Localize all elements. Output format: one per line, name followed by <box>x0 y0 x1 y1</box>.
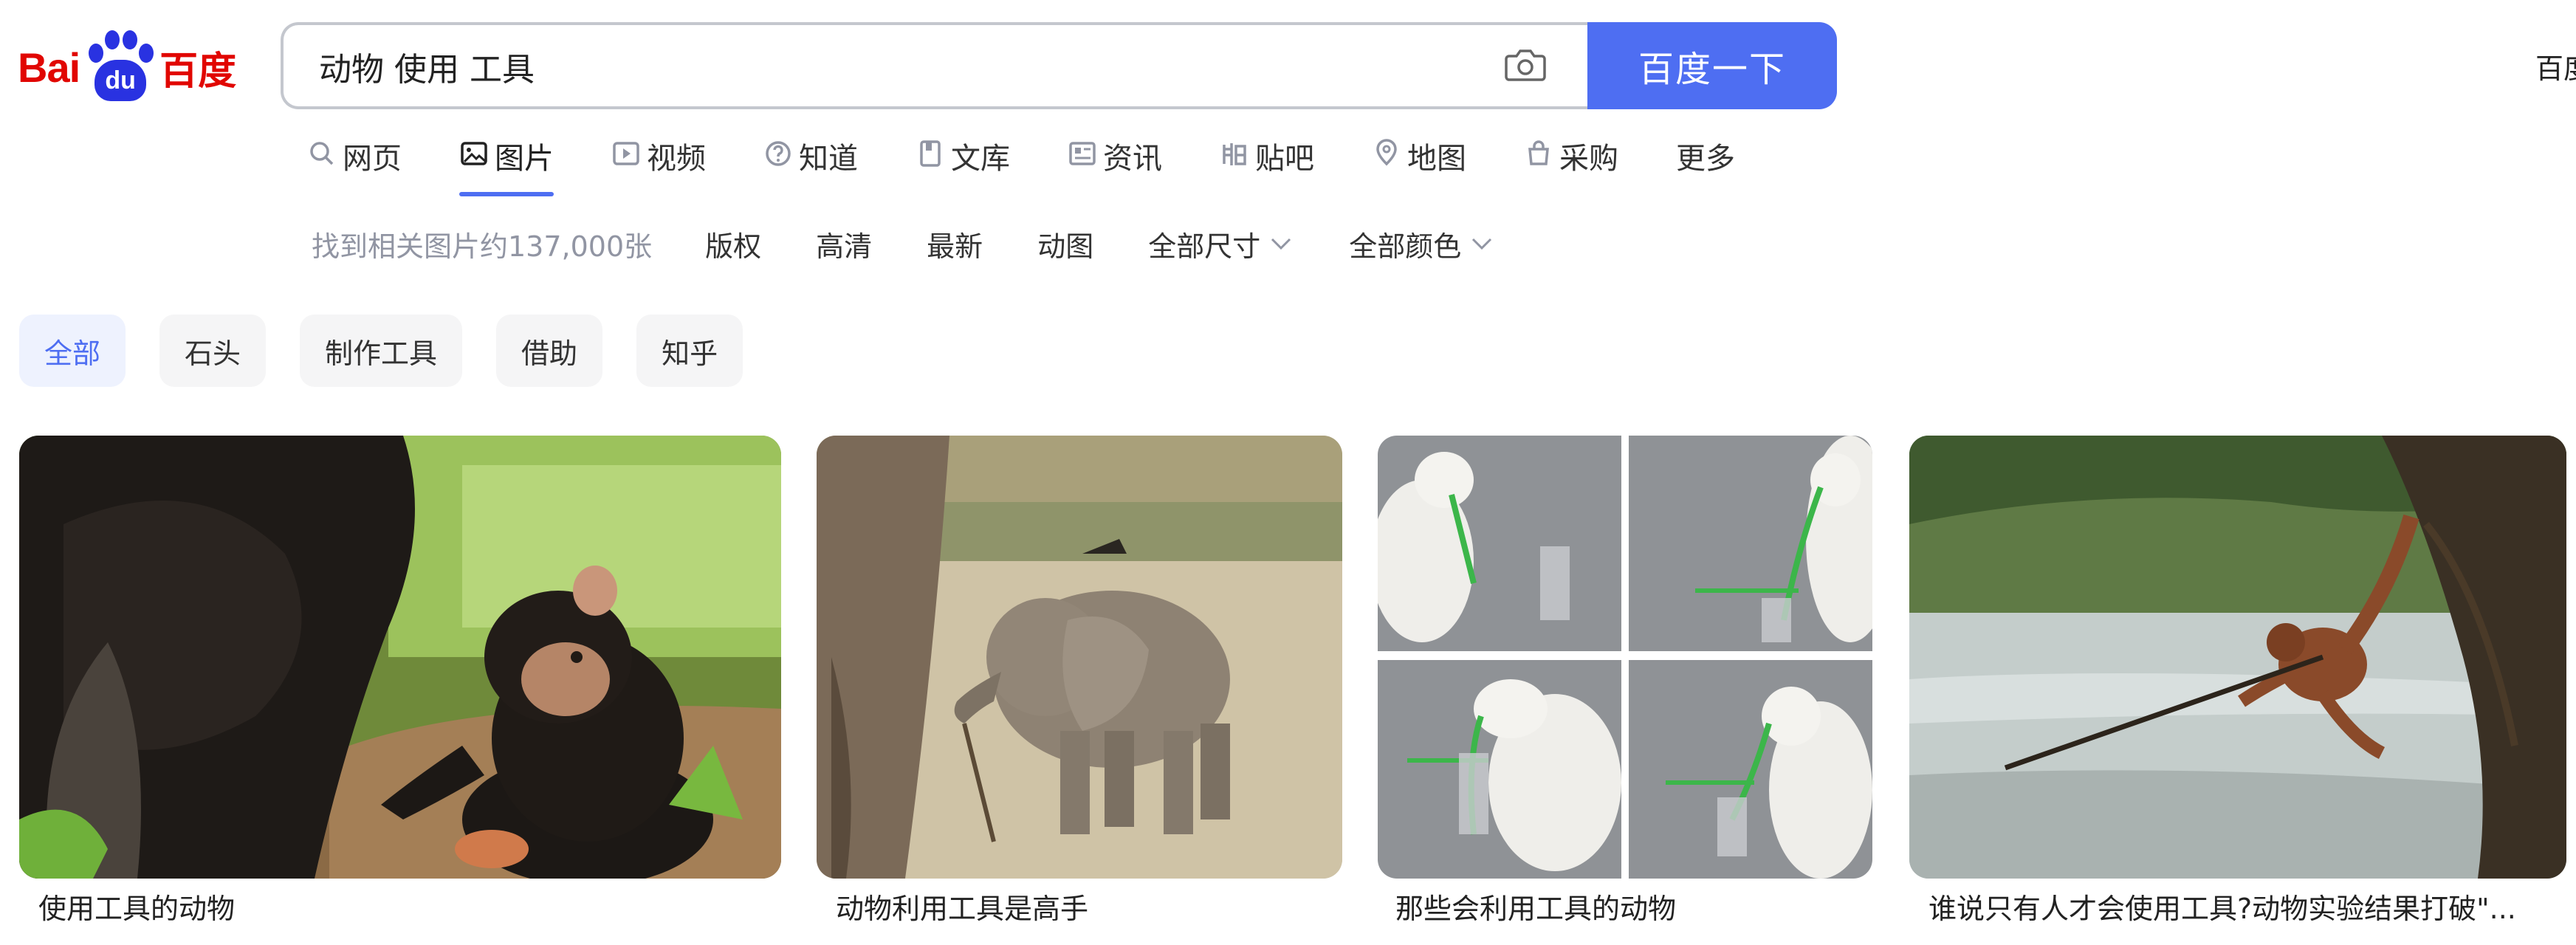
filter-color-dropdown[interactable]: 全部颜色 <box>1349 224 1495 264</box>
search-button[interactable]: 百度一下 <box>1587 22 1837 109</box>
tab-map[interactable]: 地图 <box>1372 134 1466 196</box>
camera-icon[interactable] <box>1505 47 1546 83</box>
document-icon <box>916 139 945 168</box>
image-result-chimpanzee[interactable] <box>19 436 781 879</box>
baidu-logo[interactable]: Bai du 百度 <box>18 27 254 108</box>
tab-label: 贴吧 <box>1255 142 1314 176</box>
tab-images[interactable]: 图片 <box>459 134 554 196</box>
image-caption[interactable]: 使用工具的动物 <box>38 886 762 927</box>
image-icon <box>459 139 489 168</box>
chip-all[interactable]: 全部 <box>19 315 126 387</box>
filter-size-dropdown[interactable]: 全部尺寸 <box>1148 224 1294 264</box>
result-count: 找到相关图片约137,000张 <box>312 230 653 263</box>
logo-cn-text: 百度 <box>159 49 237 94</box>
search-input[interactable] <box>317 25 1428 108</box>
chip-borrow[interactable]: 借助 <box>496 315 603 387</box>
tab-bar: 网页 图片 视频 知道 文库 资讯 贴吧 地图 采购 更多 <box>307 134 1793 208</box>
chip-make-tools[interactable]: 制作工具 <box>300 315 463 387</box>
tab-label: 地图 <box>1407 142 1466 176</box>
tab-label: 资讯 <box>1103 142 1162 176</box>
tab-web[interactable]: 网页 <box>307 134 402 196</box>
tab-label: 视频 <box>647 142 706 176</box>
tab-tieba[interactable]: 贴吧 <box>1220 134 1314 196</box>
tab-label: 文库 <box>951 142 1010 176</box>
image-result-orangutan[interactable] <box>1909 436 2566 879</box>
orangutan-photo <box>1909 436 2566 879</box>
tab-label: 网页 <box>343 142 402 176</box>
filter-animated[interactable]: 动图 <box>1037 224 1093 264</box>
tab-video[interactable]: 视频 <box>611 134 706 196</box>
news-icon <box>1068 139 1097 168</box>
top-right-link[interactable]: 百度 <box>2535 46 2576 86</box>
logo-latin-text: Bai <box>18 44 80 91</box>
logo-paw-text: du <box>95 60 147 101</box>
paw-icon: du <box>83 30 157 104</box>
tab-label: 知道 <box>799 142 858 176</box>
chimpanzee-photo <box>19 436 781 879</box>
filter-size-label: 全部尺寸 <box>1148 230 1261 263</box>
tab-more[interactable]: 更多 <box>1676 134 1735 196</box>
cockatoo-photo-grid <box>1378 436 1872 879</box>
tab-label: 更多 <box>1676 142 1735 176</box>
search-box <box>281 22 1587 109</box>
tab-zhidao[interactable]: 知道 <box>763 134 858 196</box>
tab-news[interactable]: 资讯 <box>1068 134 1162 196</box>
tab-label: 采购 <box>1559 142 1618 176</box>
chip-stone[interactable]: 石头 <box>159 315 267 387</box>
elephant-photo <box>817 436 1342 879</box>
tab-wenku[interactable]: 文库 <box>916 134 1010 196</box>
map-icon <box>1372 139 1401 168</box>
tieba-icon <box>1220 139 1249 168</box>
shopping-icon <box>1524 139 1553 168</box>
image-caption[interactable]: 动物利用工具是高手 <box>836 886 1338 927</box>
search-icon <box>307 139 337 168</box>
question-icon <box>763 139 793 168</box>
tab-label: 图片 <box>495 142 554 176</box>
chevron-down-icon <box>1469 230 1495 257</box>
image-caption[interactable]: 谁说只有人才会使用工具?动物实验结果打破"... <box>1928 886 2563 927</box>
related-chips: 全部 石头 制作工具 借助 知乎 <box>19 315 777 387</box>
image-result-cockatoo[interactable] <box>1378 436 1872 879</box>
filter-color-label: 全部颜色 <box>1349 230 1462 263</box>
image-result-elephant[interactable] <box>817 436 1342 879</box>
tab-shopping[interactable]: 采购 <box>1524 134 1618 196</box>
filter-hd[interactable]: 高清 <box>816 224 872 264</box>
chevron-down-icon <box>1268 230 1294 257</box>
filter-copyright[interactable]: 版权 <box>705 224 761 264</box>
chip-zhihu[interactable]: 知乎 <box>636 315 743 387</box>
filter-bar: 找到相关图片约137,000张 版权 高清 最新 动图 全部尺寸 全部颜色 <box>312 221 1550 266</box>
image-caption[interactable]: 那些会利用工具的动物 <box>1395 886 1868 927</box>
filter-latest[interactable]: 最新 <box>927 224 983 264</box>
video-icon <box>611 139 641 168</box>
